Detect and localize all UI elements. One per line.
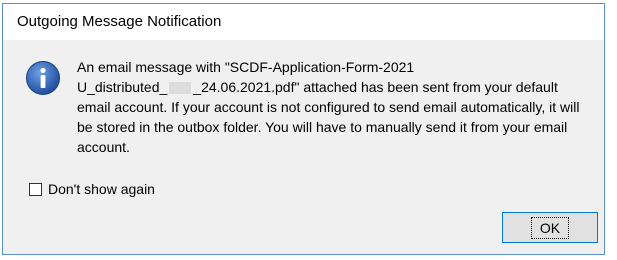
notification-dialog: Outgoing Message Notification An email m…: [2, 3, 605, 255]
dont-show-again-option[interactable]: Don't show again: [29, 181, 155, 197]
message-fragment: _24.06.2021.pdf" attached has been sent …: [193, 79, 558, 95]
dont-show-again-checkbox[interactable]: [29, 182, 42, 196]
message-fragment: U_distributed_: [77, 79, 168, 95]
title-bar: Outgoing Message Notification: [3, 4, 604, 40]
ok-button[interactable]: OK: [502, 212, 598, 243]
window-title: Outgoing Message Notification: [17, 13, 222, 30]
ok-button-label: OK: [530, 216, 570, 239]
message-text: An email message with "SCDF-Application-…: [77, 57, 597, 157]
info-icon: [25, 60, 61, 96]
message-line: U_distributed_ _24.06.2021.pdf" attached …: [77, 77, 597, 97]
message-line: email account. If your account is not co…: [77, 99, 580, 115]
redacted-block: [169, 82, 192, 95]
message-line: An email message with "SCDF-Application-…: [77, 59, 415, 75]
dont-show-again-label[interactable]: Don't show again: [48, 181, 155, 197]
message-line: account.: [77, 139, 130, 155]
message-line: be stored in the outbox folder. You will…: [77, 119, 568, 135]
